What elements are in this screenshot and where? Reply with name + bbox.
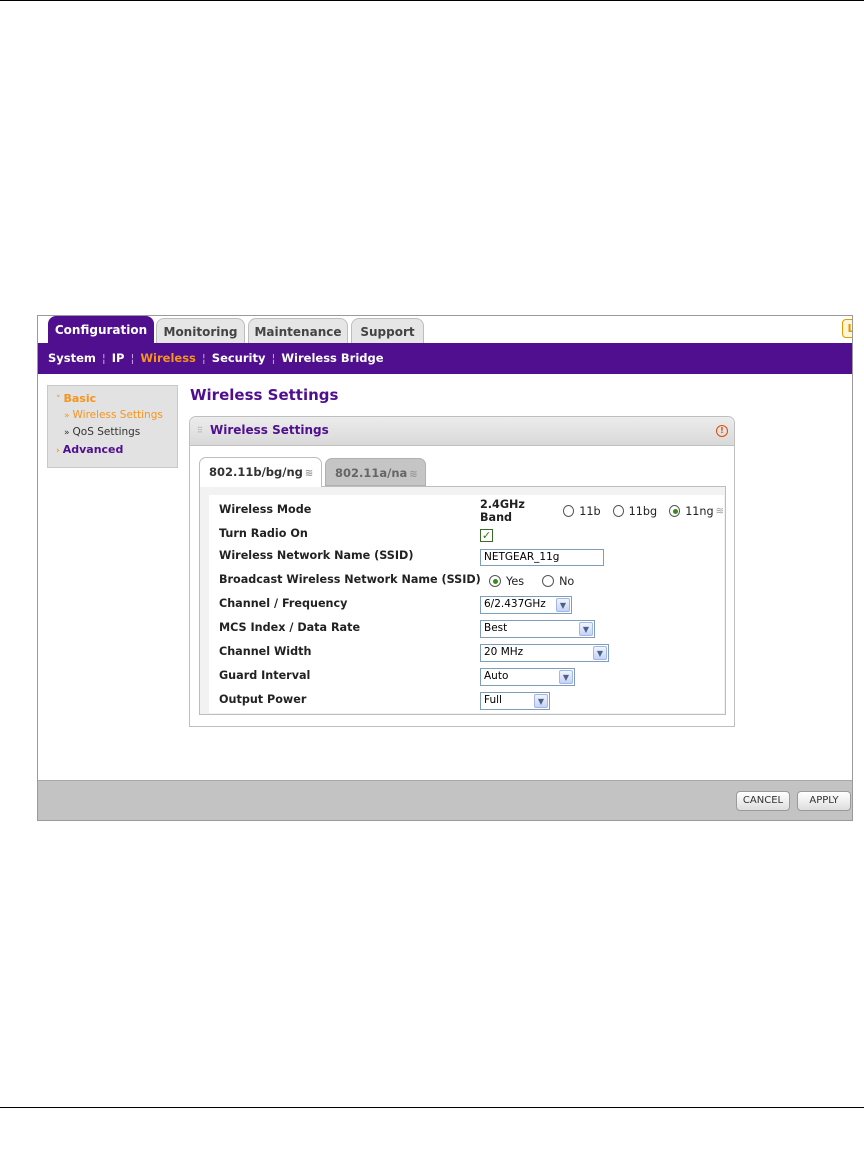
broadcast-label: Broadcast Wireless Network Name (SSID) xyxy=(219,573,481,586)
guard-interval-select[interactable]: Auto ▼ xyxy=(480,668,575,686)
sidebar-basic-label: Basic xyxy=(63,392,97,405)
output-power-select[interactable]: Full ▼ xyxy=(480,692,550,710)
apply-button[interactable]: APPLY xyxy=(797,791,851,811)
form-box: Wireless Mode 2.4GHz Band 11b 11bg 11ng … xyxy=(199,486,726,715)
chevron-down-icon: ▼ xyxy=(556,598,570,612)
guard-interval-value: Auto xyxy=(484,670,509,682)
chevron-right-icon: › xyxy=(56,446,60,456)
channel-value: 6/2.437GHz xyxy=(484,598,546,610)
subnav-separator: ¦ xyxy=(101,351,106,365)
radio-11ng[interactable] xyxy=(669,505,681,517)
radio-yes-label: Yes xyxy=(506,574,525,588)
footer-bar: CANCEL APPLY xyxy=(38,780,852,820)
row-broadcast: Broadcast Wireless Network Name (SSID) Y… xyxy=(209,569,724,593)
sidebar-basic[interactable]: ˅ Basic xyxy=(56,392,169,409)
radio-11ng-label: 11ng xyxy=(685,504,714,518)
row-wireless-mode: Wireless Mode 2.4GHz Band 11b 11bg 11ng … xyxy=(209,498,725,524)
radio-11bg-label: 11bg xyxy=(628,504,658,518)
page-top-rule xyxy=(0,0,864,1)
grip-icon: ⠿ xyxy=(197,426,203,435)
channel-width-label: Channel Width xyxy=(219,645,312,658)
cancel-button[interactable]: CANCEL xyxy=(736,791,790,811)
tab-band-5ghz[interactable]: 802.11a/na ≋ xyxy=(325,458,426,486)
output-power-label: Output Power xyxy=(219,693,307,706)
radio-on-label: Turn Radio On xyxy=(219,527,308,540)
tab-band-24ghz[interactable]: 802.11b/bg/ng ≋ xyxy=(199,457,322,487)
sidebar-item-qos-settings[interactable]: » QoS Settings xyxy=(56,426,169,443)
page-title: Wireless Settings xyxy=(190,386,339,404)
chevron-down-icon: ▼ xyxy=(534,694,548,708)
help-icon[interactable]: ! xyxy=(716,425,728,437)
tab-configuration[interactable]: Configuration xyxy=(48,316,154,344)
subnav-system[interactable]: System xyxy=(48,351,96,365)
logout-button[interactable]: L xyxy=(842,319,852,338)
radio-broadcast-yes[interactable] xyxy=(489,575,501,587)
mcs-value: Best xyxy=(484,622,508,634)
row-guard-interval: Guard Interval Auto ▼ xyxy=(209,665,724,689)
turn-radio-on-checkbox[interactable]: ✓ xyxy=(480,528,493,542)
subnav-separator: ¦ xyxy=(201,351,206,365)
row-channel-width: Channel Width 20 MHz ▼ xyxy=(209,641,724,665)
chevron-down-icon: ▼ xyxy=(593,646,607,660)
wifi-icon: ≋ xyxy=(715,505,725,517)
row-channel: Channel / Frequency 6/2.437GHz ▼ xyxy=(209,593,724,617)
band-tab-label: 802.11a/na xyxy=(335,466,408,480)
chevron-down-icon: ˅ xyxy=(56,395,61,405)
chevron-down-icon: ▼ xyxy=(559,670,573,684)
guard-interval-label: Guard Interval xyxy=(219,669,311,682)
chevron-down-icon: ▼ xyxy=(579,622,593,636)
sidebar: ˅ Basic » Wireless Settings » QoS Settings … xyxy=(47,385,178,468)
row-radio-on: Turn Radio On ✓ xyxy=(209,523,724,547)
router-ui-screenshot: Configuration Monitoring Maintenance Sup… xyxy=(37,315,853,821)
panel-title: Wireless Settings xyxy=(210,423,329,437)
channel-label: Channel / Frequency xyxy=(219,597,348,610)
sidebar-item-label: Wireless Settings xyxy=(72,409,163,421)
page-bottom-rule xyxy=(0,1107,864,1108)
sidebar-item-label: QoS Settings xyxy=(72,426,141,438)
subnav-separator: ¦ xyxy=(130,351,135,365)
chevron-right-icon: » xyxy=(64,411,70,421)
radio-no-label: No xyxy=(559,574,575,588)
row-output-power: Output Power Full ▼ xyxy=(209,689,724,713)
subnav-separator: ¦ xyxy=(271,351,276,365)
row-ssid: Wireless Network Name (SSID) xyxy=(209,545,724,569)
mcs-label: MCS Index / Data Rate xyxy=(219,621,361,634)
sidebar-advanced-label: Advanced xyxy=(62,443,124,456)
ssid-label: Wireless Network Name (SSID) xyxy=(219,549,414,562)
wireless-mode-label: Wireless Mode xyxy=(219,503,312,516)
sub-navigation: System ¦ IP ¦ Wireless ¦ Security ¦ Wire… xyxy=(38,343,852,374)
channel-select[interactable]: 6/2.437GHz ▼ xyxy=(480,596,572,614)
radio-broadcast-no[interactable] xyxy=(542,575,555,587)
band-tab-label: 802.11b/bg/ng xyxy=(209,465,303,479)
output-power-value: Full xyxy=(484,694,502,706)
band-label: 2.4GHz Band xyxy=(480,498,525,524)
ssid-input[interactable] xyxy=(480,548,604,566)
subnav-security[interactable]: Security xyxy=(212,351,266,365)
top-tabs: Configuration Monitoring Maintenance Sup… xyxy=(38,316,852,344)
wifi-icon: ≋ xyxy=(304,468,314,479)
subnav-wireless-bridge[interactable]: Wireless Bridge xyxy=(281,351,383,365)
form-inner: Wireless Mode 2.4GHz Band 11b 11bg 11ng … xyxy=(209,495,724,713)
subnav-wireless[interactable]: Wireless xyxy=(140,351,196,365)
radio-11bg[interactable] xyxy=(612,505,624,517)
subnav-ip[interactable]: IP xyxy=(112,351,125,365)
mcs-select[interactable]: Best ▼ xyxy=(480,620,595,638)
chevron-right-icon: » xyxy=(64,428,70,438)
radio-11b-label: 11b xyxy=(579,504,601,518)
channel-width-select[interactable]: 20 MHz ▼ xyxy=(480,644,609,662)
row-mcs: MCS Index / Data Rate Best ▼ xyxy=(209,617,724,641)
panel-header: ⠿ Wireless Settings ! xyxy=(190,417,734,446)
radio-11b[interactable] xyxy=(563,505,575,517)
tab-monitoring[interactable]: Monitoring xyxy=(156,318,245,344)
sidebar-advanced[interactable]: › Advanced xyxy=(56,443,169,460)
sidebar-item-wireless-settings[interactable]: » Wireless Settings xyxy=(56,409,169,426)
wifi-icon: ≋ xyxy=(409,469,418,480)
settings-panel: ⠿ Wireless Settings ! 802.11b/bg/ng ≋ 802… xyxy=(189,416,735,727)
tab-maintenance[interactable]: Maintenance xyxy=(248,318,348,344)
tab-support[interactable]: Support xyxy=(351,318,424,344)
channel-width-value: 20 MHz xyxy=(484,646,524,658)
